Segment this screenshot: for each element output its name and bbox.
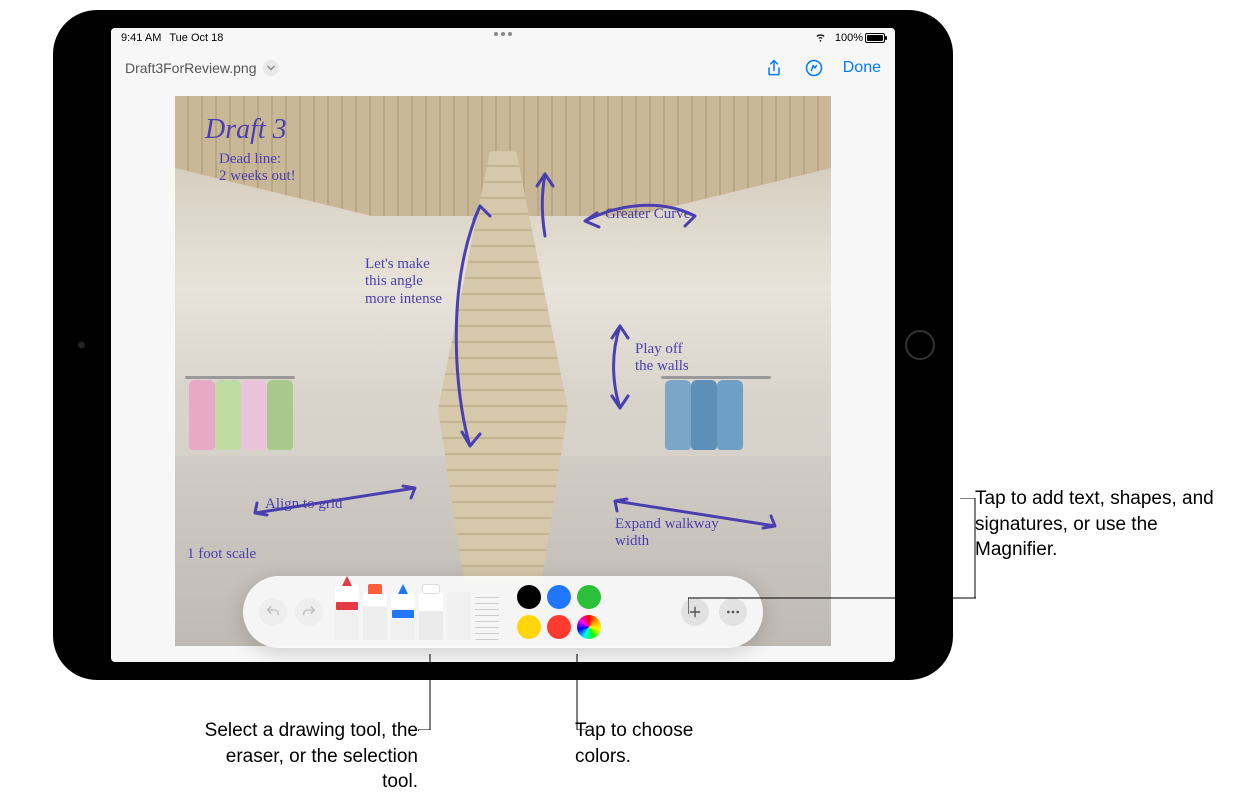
lasso-tool[interactable] — [447, 592, 471, 640]
markup-canvas[interactable]: Draft 3 Dead line: 2 weeks out! Let's ma… — [175, 96, 831, 646]
status-date: Tue Oct 18 — [169, 32, 223, 44]
pencil-tool[interactable] — [391, 592, 415, 640]
arrow-walkway — [605, 491, 785, 541]
screen: 9:41 AM Tue Oct 18 100% Draft3ForReview.… — [111, 28, 895, 662]
document-title[interactable]: Draft3ForReview.png — [125, 60, 279, 76]
annotation-title: Draft 3 — [205, 114, 287, 146]
battery-pct: 100% — [835, 32, 863, 44]
redo-button[interactable] — [295, 598, 323, 626]
status-bar: 9:41 AM Tue Oct 18 100% — [111, 28, 895, 48]
marker-tool[interactable] — [363, 592, 387, 640]
color-picker[interactable] — [577, 615, 601, 639]
callout-colors-leader — [575, 654, 615, 730]
callout-add: Tap to add text, shapes, and signatures,… — [975, 486, 1225, 563]
drawing-tools — [331, 584, 503, 640]
arrow-curve — [575, 196, 705, 236]
pen-tool[interactable] — [335, 584, 359, 640]
camera-dot — [78, 342, 85, 349]
filename-label: Draft3ForReview.png — [125, 60, 257, 76]
color-palette — [517, 585, 601, 639]
home-button[interactable] — [905, 330, 935, 360]
nav-bar: Draft3ForReview.png Done — [111, 48, 895, 88]
wifi-icon — [814, 30, 827, 46]
markup-toolbar — [243, 576, 763, 648]
color-blue[interactable] — [547, 585, 571, 609]
ruler-tool[interactable] — [475, 592, 499, 640]
arrow-align — [245, 478, 425, 528]
markup-icon[interactable] — [803, 57, 825, 79]
arrow-up — [515, 166, 575, 246]
callout-tools-line — [418, 730, 419, 731]
callout-tools: Select a drawing tool, the eraser, or th… — [188, 718, 418, 795]
arrow-walls — [595, 316, 645, 416]
arrow-angle — [425, 196, 505, 456]
status-time: 9:41 AM — [121, 32, 161, 44]
color-red[interactable] — [547, 615, 571, 639]
done-button[interactable]: Done — [843, 59, 881, 77]
undo-button[interactable] — [259, 598, 287, 626]
callout-tools-leader — [418, 654, 458, 730]
chevron-down-icon — [263, 60, 279, 76]
ipad-frame: 9:41 AM Tue Oct 18 100% Draft3ForReview.… — [53, 10, 953, 680]
annotation-scale: 1 foot scale — [187, 546, 256, 563]
callout-add-leader-v — [960, 498, 980, 598]
multitask-dots[interactable] — [494, 32, 512, 36]
annotation-deadline: Dead line: 2 weeks out! — [219, 151, 296, 186]
eraser-tool[interactable] — [419, 592, 443, 640]
color-black[interactable] — [517, 585, 541, 609]
color-yellow[interactable] — [517, 615, 541, 639]
callout-add-leader — [688, 596, 978, 616]
share-icon[interactable] — [763, 57, 785, 79]
battery-indicator: 100% — [835, 32, 885, 44]
color-green[interactable] — [577, 585, 601, 609]
